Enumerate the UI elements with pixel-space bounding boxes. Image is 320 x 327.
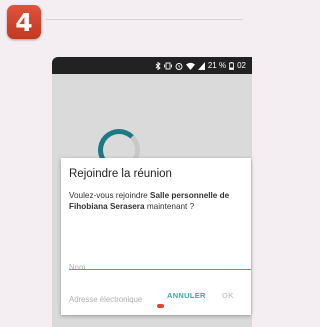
email-placeholder: Adresse électronique [69, 295, 143, 304]
battery-icon [229, 61, 234, 70]
signal-icon [197, 61, 205, 70]
status-bar: 21 % 02 [52, 57, 252, 74]
tap-indicator [157, 304, 164, 308]
divider [46, 19, 243, 20]
message-prefix: Voulez-vous rejoindre [69, 191, 151, 200]
vibrate-icon [163, 62, 172, 70]
bluetooth-icon [155, 61, 161, 70]
cancel-button[interactable]: ANNULER [167, 291, 206, 300]
name-field[interactable]: Nom [69, 257, 251, 272]
wifi-icon [185, 62, 195, 70]
dialog-message: Voulez-vous rejoindre Salle personnelle … [69, 191, 251, 212]
alarm-icon [175, 62, 183, 70]
step-number-badge: 4 [7, 5, 41, 39]
message-suffix: maintenant ? [144, 201, 195, 211]
status-time: 02 [237, 61, 246, 70]
battery-percent: 21 % [207, 61, 227, 70]
ok-button[interactable]: OK [222, 291, 234, 300]
name-field-underline [69, 268, 251, 270]
join-meeting-dialog: Rejoindre la réunion Voulez-vous rejoind… [61, 158, 251, 315]
name-placeholder: Nom [69, 263, 86, 272]
dialog-title: Rejoindre la réunion [69, 168, 172, 180]
